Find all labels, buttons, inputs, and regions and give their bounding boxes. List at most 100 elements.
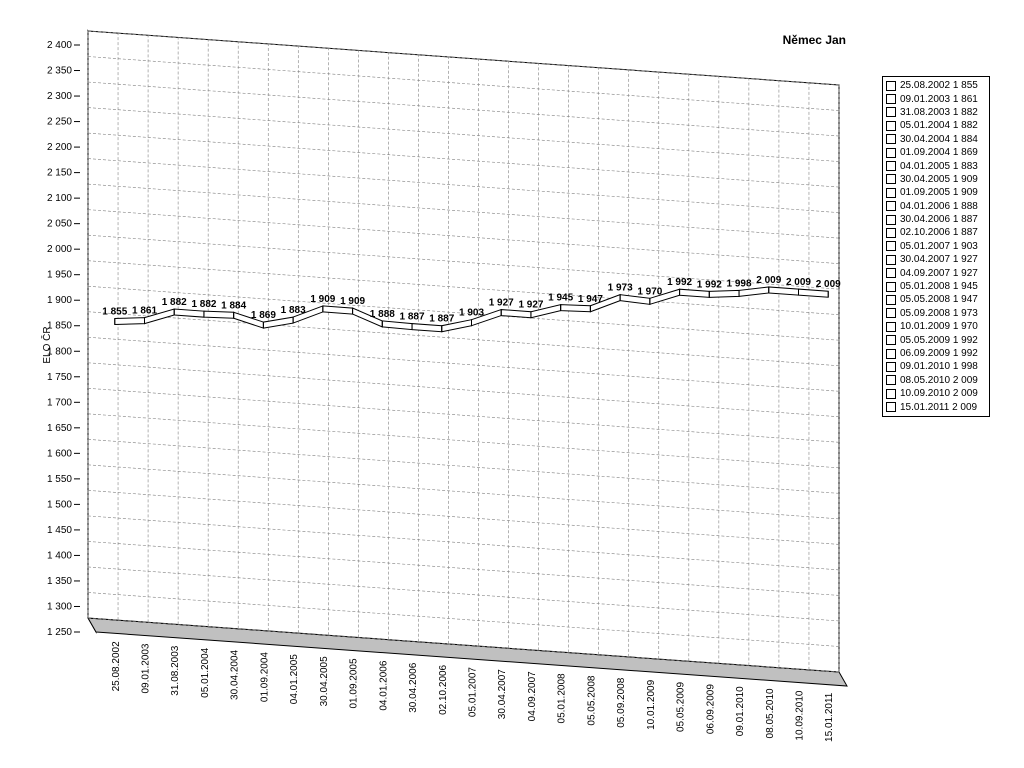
y-tick-label: 1 550 xyxy=(47,474,72,485)
legend-swatch xyxy=(886,80,896,91)
series-ribbon-segment xyxy=(114,317,146,326)
x-tick-label: 08.05.2010 xyxy=(765,688,776,738)
chart-legend: 25.08.2002 1 855 09.01.2003 1 861 31.08.20… xyxy=(882,76,990,417)
legend-swatch xyxy=(886,174,896,185)
legend-label: 30.04.2005 1 909 xyxy=(900,173,978,185)
series-ribbon-segment xyxy=(203,310,235,319)
legend-entry: 04.01.2005 1 883 xyxy=(886,159,989,172)
legend-entry: 04.09.2007 1 927 xyxy=(886,266,989,279)
legend-label: 09.01.2003 1 861 xyxy=(900,93,978,105)
y-tick-label: 1 400 xyxy=(47,550,72,561)
legend-entry: 05.01.2007 1 903 xyxy=(886,240,989,253)
legend-entry: 30.04.2007 1 927 xyxy=(886,253,989,266)
legend-swatch xyxy=(886,254,896,265)
legend-entry: 02.10.2006 1 887 xyxy=(886,226,989,239)
data-label: 1 945 xyxy=(548,293,573,304)
legend-swatch xyxy=(886,120,896,131)
legend-swatch xyxy=(886,308,896,319)
legend-entry: 09.01.2010 1 998 xyxy=(886,360,989,373)
legend-label: 06.09.2009 1 992 xyxy=(900,348,978,359)
legend-entry: 05.01.2008 1 945 xyxy=(886,280,989,293)
legend-label: 01.09.2004 1 869 xyxy=(900,147,978,159)
legend-label: 30.04.2007 1 927 xyxy=(900,254,978,266)
legend-label: 05.09.2008 1 973 xyxy=(900,307,978,319)
legend-swatch xyxy=(886,321,896,332)
data-label: 1 884 xyxy=(221,300,246,311)
x-tick-label: 10.01.2009 xyxy=(646,679,657,729)
data-label: 1 887 xyxy=(429,314,454,325)
y-tick-label: 1 950 xyxy=(47,270,72,281)
y-tick-label: 2 400 xyxy=(47,40,72,51)
legend-swatch xyxy=(886,361,896,372)
data-label: 1 887 xyxy=(400,312,425,323)
data-label: 1 909 xyxy=(310,294,335,305)
legend-entry: 06.09.2009 1 992 xyxy=(886,347,989,360)
legend-label: 30.04.2004 1 884 xyxy=(900,133,978,145)
x-tick-label: 06.09.2009 xyxy=(705,684,716,734)
legend-label: 02.10.2006 1 887 xyxy=(900,227,978,239)
x-tick-label: 04.01.2005 xyxy=(289,654,300,704)
back-wall xyxy=(87,30,840,673)
y-tick-label: 1 600 xyxy=(47,448,72,459)
y-tick-label: 2 300 xyxy=(47,91,72,102)
legend-swatch xyxy=(886,214,896,225)
legend-swatch xyxy=(886,201,896,212)
x-tick-label: 05.05.2009 xyxy=(676,682,687,732)
y-tick-label: 2 100 xyxy=(47,193,72,204)
y-tick-label: 1 900 xyxy=(47,295,72,306)
legend-entry: 01.09.2005 1 909 xyxy=(886,186,989,199)
x-tick-label: 01.09.2004 xyxy=(259,652,270,702)
legend-label: 04.01.2005 1 883 xyxy=(900,160,978,172)
y-tick-label: 1 300 xyxy=(47,601,72,612)
y-tick-label: 2 050 xyxy=(47,219,72,230)
legend-entry: 04.01.2006 1 888 xyxy=(886,200,989,213)
legend-label: 04.09.2007 1 927 xyxy=(900,267,978,279)
chart-title: Němec Jan xyxy=(783,33,846,47)
legend-swatch xyxy=(886,241,896,252)
legend-swatch xyxy=(886,187,896,198)
legend-label: 31.08.2003 1 882 xyxy=(900,106,978,118)
legend-swatch xyxy=(886,94,896,105)
elo-line-chart: 1 250 1 300 1 350 1 400 1 450 1 500 1 550 1 600… xyxy=(40,29,848,742)
legend-label: 09.01.2010 1 998 xyxy=(900,361,978,373)
y-tick-label: 1 700 xyxy=(47,397,72,408)
data-label: 1 869 xyxy=(251,310,276,321)
data-label: 1 888 xyxy=(370,309,395,320)
y-tick-label: 1 250 xyxy=(47,627,72,638)
y-tick-label: 1 750 xyxy=(47,372,72,383)
legend-swatch xyxy=(886,227,896,238)
data-label: 1 882 xyxy=(191,299,216,310)
x-tick-label: 30.04.2004 xyxy=(230,649,241,699)
data-label: 1 883 xyxy=(281,305,306,316)
x-tick-label: 05.01.2004 xyxy=(200,647,211,697)
x-tick-label: 30.04.2006 xyxy=(408,662,419,712)
data-label: 1 861 xyxy=(132,306,157,317)
data-label: 1 927 xyxy=(518,300,543,311)
y-tick-label: 2 000 xyxy=(47,244,72,255)
data-label: 2 009 xyxy=(786,277,811,288)
x-tick-label: 10.09.2010 xyxy=(794,690,805,740)
legend-entry: 30.04.2005 1 909 xyxy=(886,173,989,186)
legend-label: 01.09.2005 1 909 xyxy=(900,187,978,199)
legend-label: 30.04.2006 1 887 xyxy=(900,214,978,226)
data-label: 1 882 xyxy=(162,297,187,308)
legend-entry: 05.09.2008 1 973 xyxy=(886,307,989,320)
y-tick-label: 1 650 xyxy=(47,423,72,434)
legend-entry: 10.09.2010 2 009 xyxy=(886,387,989,400)
x-tick-label: 09.01.2003 xyxy=(141,643,152,693)
legend-entry: 09.01.2003 1 861 xyxy=(886,92,989,105)
data-label: 1 855 xyxy=(102,307,127,318)
legend-entry: 25.08.2002 1 855 xyxy=(886,79,989,92)
legend-label: 05.05.2009 1 992 xyxy=(900,334,978,346)
legend-swatch xyxy=(886,281,896,292)
y-tick-label: 1 350 xyxy=(47,576,72,587)
x-tick-label: 05.01.2007 xyxy=(468,667,479,717)
legend-swatch xyxy=(886,268,896,279)
y-tick-label: 1 450 xyxy=(47,525,72,536)
legend-label: 05.01.2008 1 945 xyxy=(900,281,978,293)
data-label: 1 927 xyxy=(489,298,514,309)
legend-swatch xyxy=(886,134,896,145)
legend-swatch xyxy=(886,375,896,386)
legend-label: 05.05.2008 1 947 xyxy=(900,294,978,306)
legend-entry: 31.08.2003 1 882 xyxy=(886,106,989,119)
